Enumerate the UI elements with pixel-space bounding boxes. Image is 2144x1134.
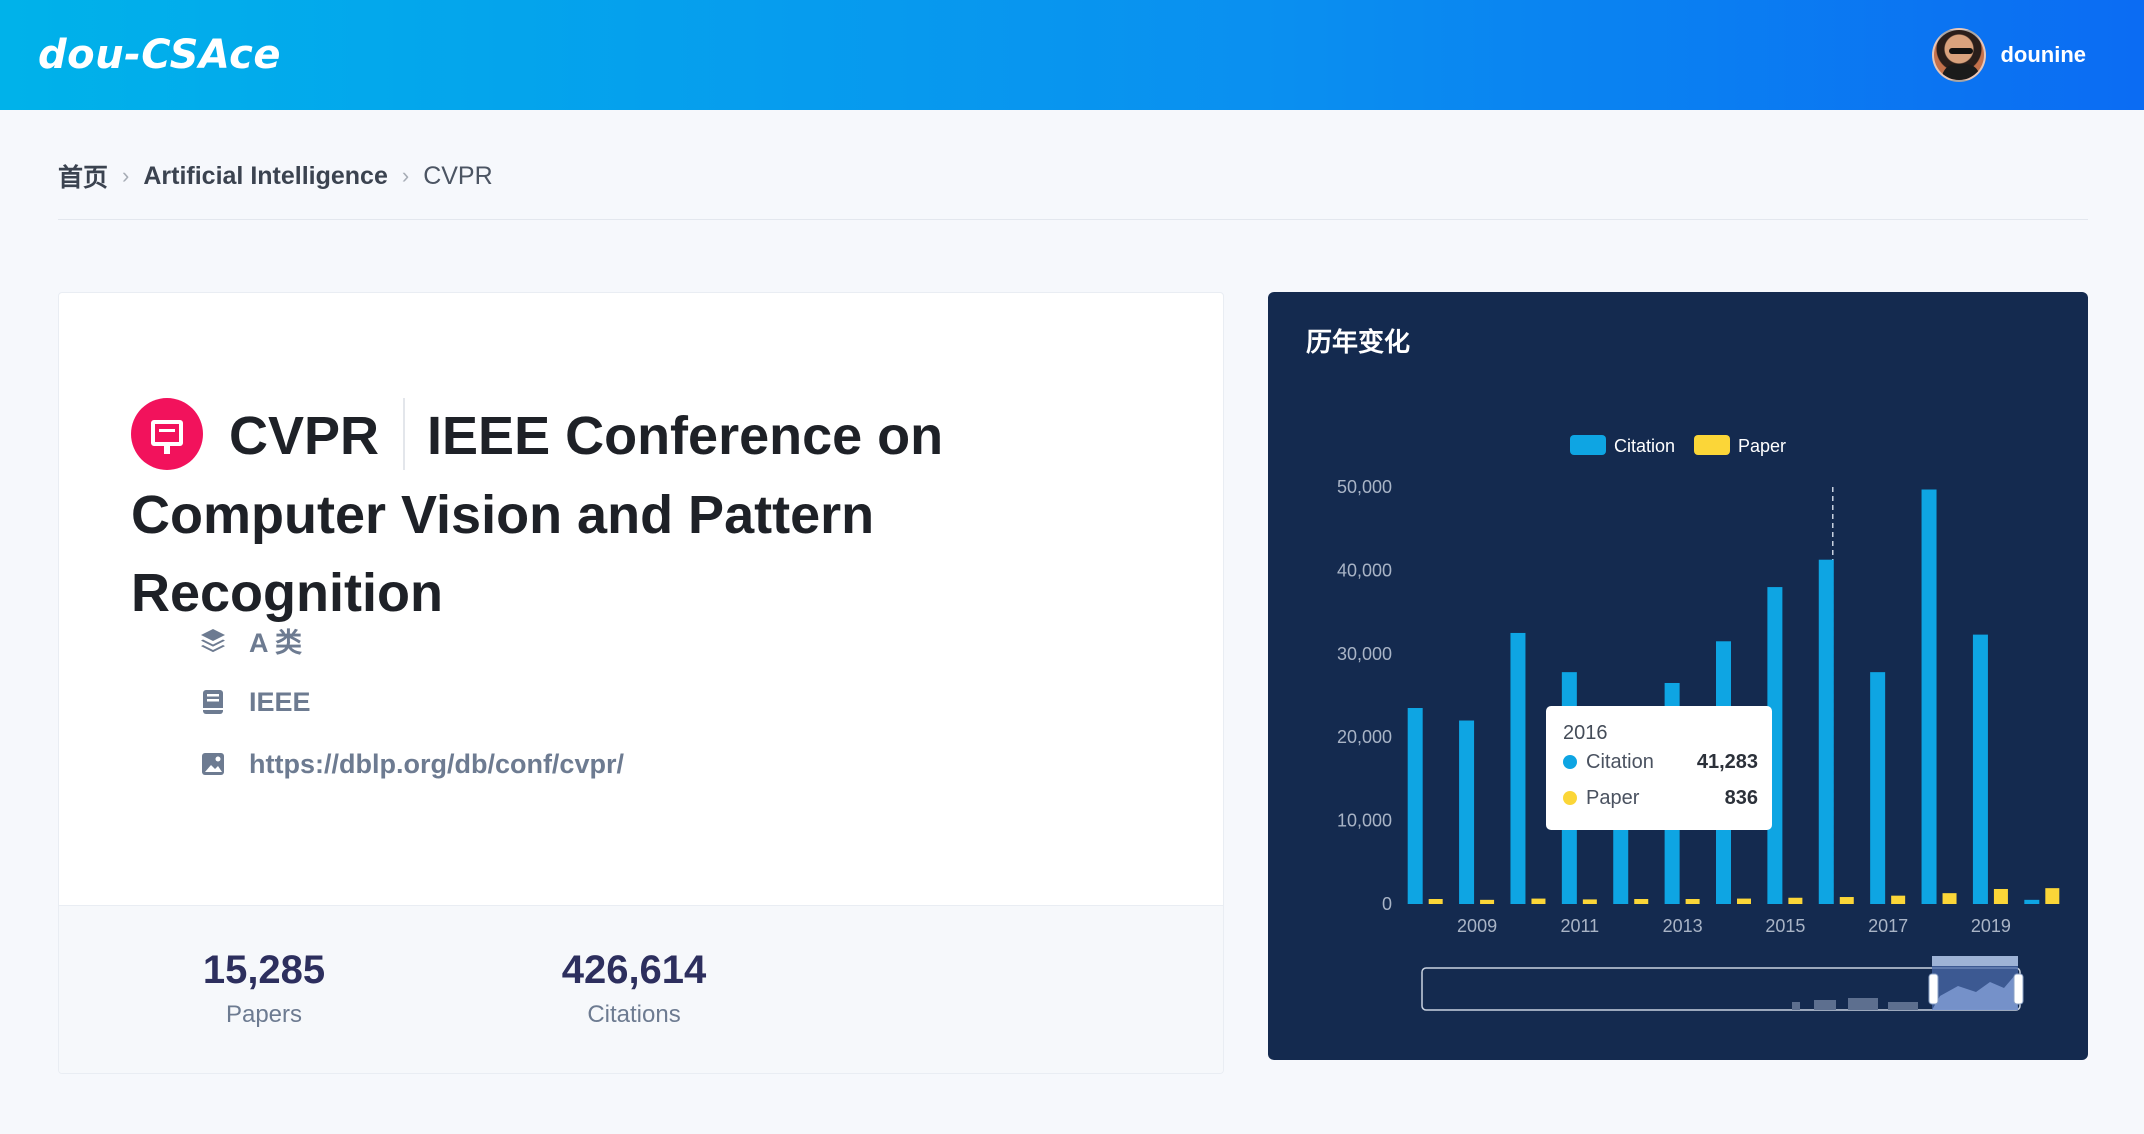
legend-label-citation[interactable]: Citation [1614, 436, 1675, 456]
y-tick-label: 20,000 [1337, 727, 1392, 747]
papers-stat: 15,285 Papers [159, 948, 369, 1029]
meta-rank: A 类 [199, 609, 624, 671]
top-header: dou-CSAce dounine [0, 0, 2144, 110]
publisher-text: IEEE [249, 686, 311, 717]
conference-abbr: CVPR [229, 406, 380, 466]
bar-paper-2020[interactable] [2045, 888, 2060, 904]
bar-paper-2012[interactable] [1634, 898, 1649, 904]
legend-label-paper[interactable]: Paper [1738, 436, 1786, 456]
zoom-preview-bar [1848, 998, 1878, 1010]
layers-icon [199, 626, 227, 654]
avatar[interactable] [1932, 28, 1987, 82]
bar-paper-2010[interactable] [1531, 898, 1546, 904]
bar-paper-2015[interactable] [1788, 897, 1803, 904]
papers-count: 15,285 [202, 948, 326, 992]
conference-card: CVPR IEEE Conference on Computer Vision a… [58, 292, 1224, 1074]
meta-url: https://dblp.org/db/conf/cvpr/ [199, 733, 624, 795]
x-tick-label: 2011 [1560, 916, 1599, 936]
bar-paper-2013[interactable] [1685, 898, 1700, 904]
tooltip-series-value: 41,283 [1697, 751, 1758, 773]
y-tick-label: 10,000 [1337, 811, 1392, 831]
bar-citation-2010[interactable] [1510, 632, 1526, 904]
x-tick-label: 2013 [1663, 916, 1703, 936]
bar-paper-2011[interactable] [1582, 899, 1597, 904]
book-icon [199, 688, 227, 716]
user-menu[interactable]: dounine [1932, 28, 2086, 82]
citations-count: 426,614 [561, 948, 707, 992]
breadcrumb-chevron-icon: › [122, 163, 130, 188]
stats-bar: 15,285 Papers 426,614 Citations [59, 905, 1223, 1073]
y-tick-label: 50,000 [1337, 477, 1392, 497]
y-tick-label: 40,000 [1337, 560, 1392, 580]
zoom-preview-bar [1888, 1002, 1918, 1010]
x-tick-label: 2019 [1971, 916, 2011, 936]
conference-meta: A 类 IEEE https://dblp.org/db/conf/cvpr/ [199, 609, 624, 795]
breadcrumb-chevron-icon: › [401, 163, 410, 188]
bar-citation-2008[interactable] [1407, 708, 1423, 904]
breadcrumb-divider [58, 219, 2088, 220]
legend-swatch-paper[interactable] [1694, 435, 1730, 455]
breadcrumb-category[interactable]: Artificial Intelligence [143, 162, 388, 191]
tooltip-series-name: Citation [1586, 751, 1654, 773]
app-logo[interactable]: dou-CSAce [38, 32, 281, 78]
citations-label: Citations [587, 1001, 681, 1028]
tooltip-dot-citation [1563, 755, 1577, 769]
username[interactable]: dounine [2000, 42, 2086, 68]
tooltip-series-name: Paper [1586, 787, 1640, 809]
x-tick-label: 2017 [1868, 916, 1908, 936]
bar-paper-2008[interactable] [1428, 898, 1443, 904]
avatar-glasses [1949, 48, 1974, 54]
bar-paper-2014[interactable] [1737, 898, 1751, 904]
x-tick-label: 2015 [1765, 916, 1805, 936]
tooltip-dot-paper [1563, 791, 1577, 805]
x-tick-label: 2009 [1457, 916, 1497, 936]
breadcrumb-home[interactable]: 首页 [58, 158, 108, 194]
bar-citation-2020[interactable] [2024, 899, 2040, 904]
y-tick-label: 30,000 [1337, 644, 1392, 664]
bar-paper-2017[interactable] [1891, 895, 1906, 904]
data-zoom-right-handle[interactable] [2013, 973, 2024, 1005]
breadcrumb: 首页 › Artificial Intelligence › CVPR [58, 158, 493, 194]
data-zoom-left-handle[interactable] [1928, 973, 1939, 1005]
tooltip-series-value: 836 [1725, 787, 1758, 809]
zoom-preview-bar [1792, 1002, 1800, 1010]
zoom-preview-bar [1814, 1000, 1836, 1010]
data-zoom-top-handle[interactable] [1932, 956, 2018, 966]
bar-paper-2018[interactable] [1942, 893, 1957, 904]
rank-text: A 类 [249, 627, 302, 658]
bar-paper-2009[interactable] [1480, 899, 1495, 904]
bar-paper-2019[interactable] [1993, 888, 2008, 904]
bar-chart[interactable]: Citation Paper 0 10,000 20,000 30,000 40,000 50… [1268, 292, 2088, 1060]
tooltip-year: 2016 [1563, 722, 1608, 744]
breadcrumb-current: CVPR [423, 161, 493, 190]
image-link-icon [199, 750, 227, 778]
bar-citation-2018[interactable] [1921, 489, 1937, 904]
bar-citation-2016[interactable] [1818, 559, 1834, 904]
y-tick-label: 0 [1382, 894, 1392, 914]
dblp-link[interactable]: https://dblp.org/db/conf/cvpr/ [249, 749, 624, 780]
trend-chart-panel: 历年变化 Citation Paper 0 10,000 20,000 30,000 40,… [1268, 292, 2088, 1060]
title-divider [403, 397, 406, 470]
bar-paper-2016[interactable] [1839, 897, 1854, 904]
papers-label: Papers [225, 1001, 303, 1028]
conference-title: CVPR IEEE Conference on Computer Vision a… [131, 397, 1201, 632]
bar-citation-2017[interactable] [1870, 672, 1886, 904]
bar-citation-2009[interactable] [1459, 720, 1475, 904]
legend-swatch-citation[interactable] [1570, 435, 1606, 455]
bar-citation-2019[interactable] [1972, 634, 1988, 904]
meta-publisher: IEEE [199, 671, 624, 733]
presentation-icon [131, 397, 203, 470]
citations-stat: 426,614 Citations [519, 948, 749, 1029]
avatar-shirt [1942, 64, 1981, 80]
